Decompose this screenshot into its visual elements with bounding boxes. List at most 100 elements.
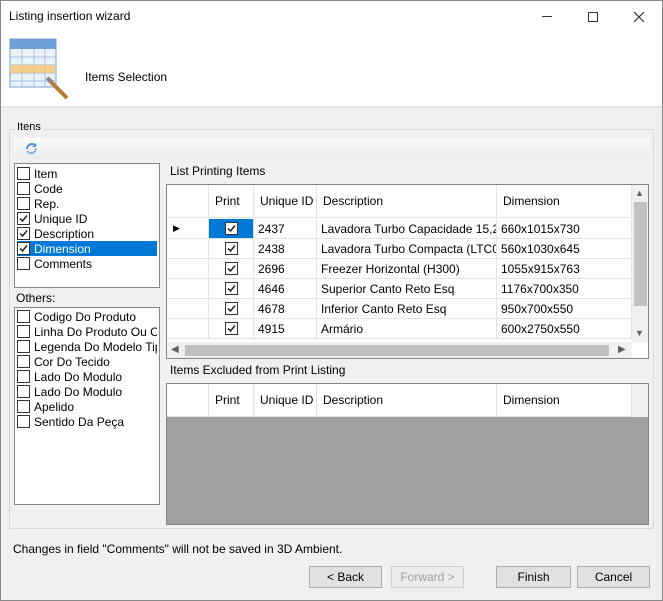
item-label: Codigo Do Produto [34, 309, 137, 324]
refresh-icon[interactable] [24, 141, 39, 159]
field-item[interactable]: Item [17, 166, 157, 181]
item-label: Description [34, 226, 95, 241]
other-item[interactable]: Codigo Do Produto [17, 309, 157, 324]
scroll-right-icon[interactable]: ▶ [618, 344, 626, 355]
cell-id[interactable]: 4646 [254, 279, 317, 299]
checkbox[interactable] [17, 197, 30, 210]
back-button[interactable]: < Back [309, 566, 382, 588]
print-checkbox[interactable] [224, 282, 238, 295]
print-cell[interactable] [209, 319, 254, 339]
cell-id[interactable]: 2696 [254, 259, 317, 279]
other-item[interactable]: Apelido [17, 399, 157, 414]
cancel-button[interactable]: Cancel [577, 566, 650, 588]
minimize-icon[interactable] [524, 1, 570, 32]
cell-dim[interactable]: 1055x915x763 [497, 259, 632, 279]
print-checkbox[interactable] [224, 222, 238, 235]
row-header[interactable] [167, 299, 209, 319]
column-header[interactable]: Print [209, 384, 254, 417]
print-checkbox[interactable] [224, 322, 238, 335]
field-item[interactable]: Description [17, 226, 157, 241]
column-header[interactable]: Description [317, 384, 497, 417]
cell-desc[interactable]: Superior Canto Reto Esq [317, 279, 497, 299]
scroll-down-icon[interactable]: ▼ [635, 328, 644, 338]
checkbox[interactable] [17, 370, 30, 383]
scroll-up-icon[interactable]: ▲ [635, 188, 644, 198]
cell-id[interactable]: 4678 [254, 299, 317, 319]
cell-desc[interactable]: Lavadora Turbo Capacidade 15,2... [317, 219, 497, 239]
others-checklist[interactable]: Codigo Do ProdutoLinha Do Produto Ou Coc… [14, 307, 160, 505]
print-cell[interactable] [209, 279, 254, 299]
row-header[interactable] [167, 319, 209, 339]
print-checkbox[interactable] [224, 302, 238, 315]
checkbox[interactable] [17, 340, 30, 353]
item-label: Rep. [34, 196, 60, 211]
field-item[interactable]: Rep. [17, 196, 157, 211]
checkbox[interactable] [17, 182, 30, 195]
print-cell[interactable] [209, 239, 254, 259]
horizontal-scrollbar[interactable]: ◀ ▶ [167, 342, 632, 358]
toolbar [14, 138, 650, 159]
item-label: Linha Do Produto Ou Coc [34, 324, 157, 339]
cell-desc[interactable]: Armário [317, 319, 497, 339]
cell-desc[interactable]: Inferior Canto Reto Esq [317, 299, 497, 319]
checkbox[interactable] [17, 310, 30, 323]
fields-checklist[interactable]: Item Code Rep. Unique ID Description Dimensio… [14, 163, 160, 288]
cell-dim[interactable]: 600x2750x550 [497, 319, 632, 339]
column-header[interactable]: Dimension [497, 185, 632, 218]
hscroll-thumb[interactable] [185, 345, 609, 356]
column-header[interactable]: Unique ID [254, 185, 317, 218]
checkbox[interactable] [17, 227, 30, 240]
checkbox[interactable] [17, 415, 30, 428]
cell-dim[interactable]: 1176x700x350 [497, 279, 632, 299]
cell-desc[interactable]: Freezer Horizontal (H300) [317, 259, 497, 279]
scroll-thumb[interactable] [634, 202, 647, 306]
maximize-icon[interactable] [570, 1, 616, 32]
checkbox[interactable] [17, 385, 30, 398]
cell-dim[interactable]: 660x1015x730 [497, 219, 632, 239]
other-item[interactable]: Legenda Do Modelo Tipo [17, 339, 157, 354]
other-item[interactable]: Lado Do Modulo [17, 384, 157, 399]
print-checkbox[interactable] [224, 262, 238, 275]
checkbox[interactable] [17, 355, 30, 368]
cell-id[interactable]: 2437 [254, 219, 317, 239]
column-header[interactable]: Dimension [497, 384, 632, 417]
close-icon[interactable] [616, 1, 662, 32]
column-header[interactable]: Unique ID [254, 384, 317, 417]
row-header[interactable] [167, 239, 209, 259]
checkbox[interactable] [17, 242, 30, 255]
finish-button[interactable]: Finish [496, 566, 571, 588]
other-item[interactable]: Lado Do Modulo [17, 369, 157, 384]
cell-dim[interactable]: 950x700x550 [497, 299, 632, 319]
field-item[interactable]: Unique ID [17, 211, 157, 226]
other-item[interactable]: Cor Do Tecido [17, 354, 157, 369]
print-checkbox[interactable] [224, 242, 238, 255]
column-header[interactable]: Description [317, 185, 497, 218]
row-header[interactable] [167, 279, 209, 299]
other-item[interactable]: Sentido Da Peça [17, 414, 157, 429]
print-cell[interactable] [209, 259, 254, 279]
field-item[interactable]: Dimension [17, 241, 157, 256]
forward-button[interactable]: Forward > [391, 566, 464, 588]
checkbox[interactable] [17, 212, 30, 225]
scroll-left-icon[interactable]: ◀ [171, 344, 179, 355]
column-header[interactable]: Print [209, 185, 254, 218]
checkbox[interactable] [17, 400, 30, 413]
checkbox[interactable] [17, 325, 30, 338]
item-label: Legenda Do Modelo Tipo [34, 339, 157, 354]
other-item[interactable]: Linha Do Produto Ou Coc [17, 324, 157, 339]
field-item[interactable]: Code [17, 181, 157, 196]
print-cell[interactable] [209, 299, 254, 319]
row-header[interactable] [167, 259, 209, 279]
cell-id[interactable]: 2438 [254, 239, 317, 259]
checkbox[interactable] [17, 167, 30, 180]
cell-id[interactable]: 4915 [254, 319, 317, 339]
cell-desc[interactable]: Lavadora Turbo Compacta (LTC07) [317, 239, 497, 259]
print-cell[interactable] [209, 219, 254, 239]
item-label: Lado Do Modulo [34, 369, 123, 384]
vertical-scrollbar[interactable]: ▲ ▼ [632, 185, 648, 342]
status-message: Changes in field "Comments" will not be … [13, 542, 343, 556]
row-header[interactable]: ▶ [167, 219, 209, 239]
checkbox[interactable] [17, 257, 30, 270]
cell-dim[interactable]: 560x1030x645 [497, 239, 632, 259]
field-item[interactable]: Comments [17, 256, 157, 271]
